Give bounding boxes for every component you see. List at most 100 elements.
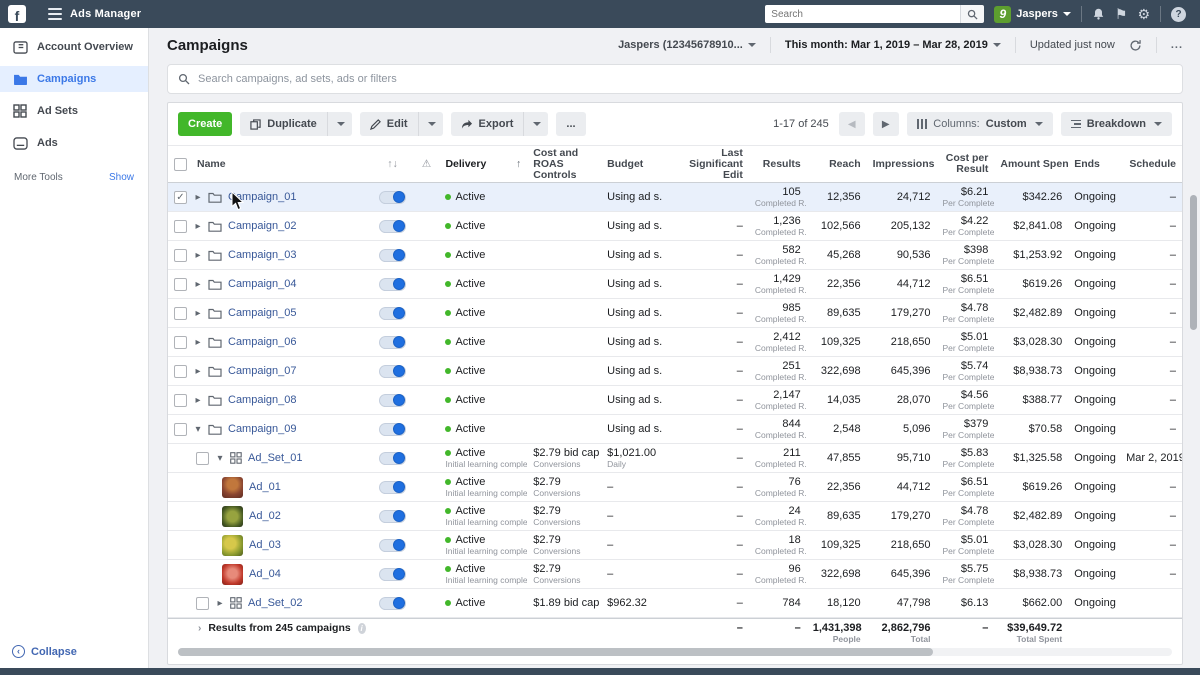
- row-name-link[interactable]: Ad_04: [249, 568, 281, 580]
- sort-icon[interactable]: ↑↓: [372, 158, 414, 170]
- help-icon[interactable]: ?: [1171, 6, 1186, 22]
- bell-icon[interactable]: [1092, 7, 1105, 21]
- ad-row[interactable]: Ad_04 Active Initial learning complete $2.7…: [168, 560, 1182, 589]
- status-toggle[interactable]: [379, 277, 406, 291]
- campaign-search-input[interactable]: [198, 73, 1172, 85]
- row-name-link[interactable]: Campaign_08: [228, 394, 297, 406]
- breakdown-button[interactable]: Breakdown: [1060, 112, 1172, 136]
- campaign-row[interactable]: ▾ Campaign_09 Active Using ad s... –844 Compl…: [168, 415, 1182, 444]
- flag-icon[interactable]: ⚑: [1115, 7, 1128, 21]
- chevron-right-icon[interactable]: ›: [198, 623, 201, 634]
- more-options-button[interactable]: ...: [1171, 39, 1183, 51]
- row-name-link[interactable]: Campaign_06: [228, 336, 297, 348]
- chevron-right-icon[interactable]: ▸: [192, 308, 204, 319]
- status-toggle[interactable]: [379, 567, 406, 581]
- status-toggle[interactable]: [379, 422, 406, 436]
- gear-icon[interactable]: ⚙: [1137, 7, 1150, 21]
- campaign-row[interactable]: ▸ Campaign_05 Active Using ad s... –985 Compl…: [168, 299, 1182, 328]
- row-checkbox[interactable]: [174, 306, 187, 320]
- duplicate-button[interactable]: Duplicate: [240, 112, 327, 136]
- horizontal-scrollbar[interactable]: [178, 648, 1172, 656]
- edit-caret-button[interactable]: [417, 112, 443, 136]
- row-name-link[interactable]: Campaign_02: [228, 220, 297, 232]
- export-button[interactable]: Export: [450, 112, 524, 136]
- row-name-link[interactable]: Ad_01: [249, 481, 281, 493]
- chevron-right-icon[interactable]: ▸: [192, 250, 204, 261]
- status-toggle[interactable]: [379, 306, 406, 320]
- topbar-search-input[interactable]: [765, 5, 961, 23]
- row-checkbox[interactable]: [174, 219, 187, 233]
- vertical-scrollbar[interactable]: [1190, 173, 1197, 653]
- user-menu[interactable]: 9 Jaspers: [994, 5, 1071, 23]
- columns-button[interactable]: Columns: Custom: [906, 112, 1053, 136]
- campaign-row[interactable]: ▸ Campaign_02 Active Using ad s... –1,236 Com…: [168, 212, 1182, 241]
- prev-page-button[interactable]: ◀: [838, 112, 865, 136]
- horizontal-scrollbar-thumb[interactable]: [178, 648, 934, 656]
- campaign-row[interactable]: ▸ Campaign_03 Active Using ad s... –582 Compl…: [168, 241, 1182, 270]
- edit-button[interactable]: Edit: [359, 112, 418, 136]
- row-name-link[interactable]: Campaign_09: [228, 423, 297, 435]
- column-header-spent[interactable]: Amount Spent: [994, 158, 1068, 170]
- status-toggle[interactable]: [379, 480, 406, 494]
- row-name-link[interactable]: Ad_Set_02: [248, 597, 302, 609]
- status-toggle[interactable]: [379, 335, 406, 349]
- row-checkbox[interactable]: [174, 364, 187, 378]
- adset-row[interactable]: ▾ Ad_Set_01 Active Initial learning complet…: [168, 444, 1182, 473]
- sidebar-item-campaigns[interactable]: Campaigns: [0, 66, 148, 92]
- status-toggle[interactable]: [379, 393, 406, 407]
- ad-row[interactable]: Ad_01 Active Initial learning complete $2.7…: [168, 473, 1182, 502]
- chevron-right-icon[interactable]: ▸: [192, 366, 204, 377]
- status-toggle[interactable]: [379, 219, 406, 233]
- row-name-link[interactable]: Ad_03: [249, 539, 281, 551]
- chevron-right-icon[interactable]: ▸: [192, 221, 204, 232]
- status-toggle[interactable]: [379, 509, 406, 523]
- next-page-button[interactable]: ▶: [872, 112, 899, 136]
- row-checkbox[interactable]: [196, 596, 209, 610]
- facebook-logo[interactable]: f: [8, 5, 26, 23]
- column-header-cpr[interactable]: Cost per Result: [936, 153, 994, 175]
- column-header-impressions[interactable]: Impressions: [867, 158, 937, 170]
- adset-row[interactable]: ▸ Ad_Set_02 Active $1.89 bid cap $962.32 – 784…: [168, 589, 1182, 618]
- status-toggle[interactable]: [379, 364, 406, 378]
- select-all-checkbox[interactable]: [174, 157, 187, 171]
- column-header-reach[interactable]: Reach: [807, 158, 867, 170]
- column-header-budget[interactable]: Budget: [601, 158, 663, 170]
- row-name-link[interactable]: Campaign_01: [228, 191, 297, 203]
- date-range-selector[interactable]: This month: Mar 1, 2019 – Mar 28, 2019: [785, 39, 1001, 51]
- status-toggle[interactable]: [379, 451, 406, 465]
- status-toggle[interactable]: [379, 190, 406, 204]
- row-name-link[interactable]: Ad_Set_01: [248, 452, 302, 464]
- row-checkbox[interactable]: ✓: [174, 190, 187, 204]
- campaign-row[interactable]: ▸ Campaign_07 Active Using ad s... –251 Compl…: [168, 357, 1182, 386]
- account-selector[interactable]: Jaspers (12345678910...: [618, 39, 756, 51]
- vertical-scrollbar-thumb[interactable]: [1190, 195, 1197, 330]
- chevron-down-icon[interactable]: ▾: [214, 453, 226, 464]
- sidebar-item-ads[interactable]: Ads: [0, 130, 148, 156]
- chevron-right-icon[interactable]: ▸: [192, 337, 204, 348]
- column-header-cost-roas[interactable]: Cost and ROAS Controls: [527, 148, 601, 181]
- row-checkbox[interactable]: [196, 451, 209, 465]
- row-checkbox[interactable]: [174, 335, 187, 349]
- export-caret-button[interactable]: [523, 112, 549, 136]
- chevron-right-icon[interactable]: ▸: [214, 598, 226, 609]
- ad-row[interactable]: Ad_03 Active Initial learning complete $2.7…: [168, 531, 1182, 560]
- duplicate-caret-button[interactable]: [326, 112, 352, 136]
- chevron-right-icon[interactable]: ▸: [192, 279, 204, 290]
- row-name-link[interactable]: Campaign_03: [228, 249, 297, 261]
- column-header-delivery[interactable]: Delivery: [445, 158, 486, 170]
- sidebar-item-account-overview[interactable]: Account Overview: [0, 34, 148, 60]
- hamburger-icon[interactable]: [48, 8, 62, 20]
- column-header-results[interactable]: Results: [749, 158, 807, 170]
- row-name-link[interactable]: Campaign_05: [228, 307, 297, 319]
- column-header-ends[interactable]: Ends: [1068, 158, 1120, 170]
- campaign-row[interactable]: ▸ Campaign_08 Active Using ad s... –2,147 Com…: [168, 386, 1182, 415]
- row-name-link[interactable]: Ad_02: [249, 510, 281, 522]
- column-header-last-edit[interactable]: Last Significant Edit: [663, 148, 749, 181]
- row-checkbox[interactable]: [174, 248, 187, 262]
- row-checkbox[interactable]: [174, 277, 187, 291]
- campaign-row[interactable]: ▸ Campaign_06 Active Using ad s... –2,412 Com…: [168, 328, 1182, 357]
- column-header-name[interactable]: Name: [197, 158, 226, 170]
- toolbar-more-button[interactable]: ...: [556, 112, 586, 136]
- chevron-down-icon[interactable]: ▾: [192, 424, 204, 435]
- refresh-icon[interactable]: [1129, 39, 1142, 52]
